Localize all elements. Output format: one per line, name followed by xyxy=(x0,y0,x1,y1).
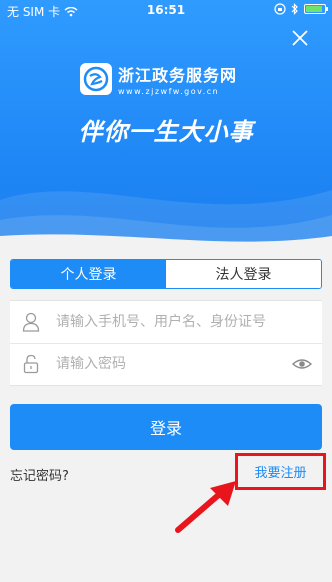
logo-icon xyxy=(80,63,112,95)
battery-icon xyxy=(304,4,328,14)
status-bar: 无 SIM 卡 16:51 xyxy=(0,0,332,20)
password-input[interactable] xyxy=(54,355,278,373)
user-icon xyxy=(20,311,42,333)
logo-title: 浙江政务服务网 xyxy=(118,66,238,85)
login-form xyxy=(10,300,322,386)
site-logo: 浙江政务服务网 www.zjzwfw.gov.cn xyxy=(80,62,237,96)
red-arrow-annotation xyxy=(175,481,236,533)
username-input[interactable] xyxy=(54,313,278,331)
login-button[interactable]: 登录 xyxy=(10,404,322,450)
lock-icon xyxy=(20,353,42,375)
login-type-tabs: 个人登录 法人登录 xyxy=(10,259,322,289)
eye-icon[interactable] xyxy=(292,355,312,373)
tab-corporate-login[interactable]: 法人登录 xyxy=(166,260,321,288)
username-row xyxy=(10,301,322,344)
bluetooth-icon xyxy=(291,3,298,15)
register-link[interactable]: 我要注册 xyxy=(254,462,306,481)
forgot-password-link[interactable]: 忘记密码? xyxy=(10,465,69,484)
logo-url: www.zjzwfw.gov.cn xyxy=(118,87,220,96)
tab-personal-login[interactable]: 个人登录 xyxy=(11,260,166,288)
close-icon[interactable] xyxy=(290,28,310,48)
slogan: 伴你一生大小事 xyxy=(78,117,254,146)
header-banner: 无 SIM 卡 16:51 浙江政务服务网 www.zjzwfw.gov.cn … xyxy=(0,0,332,244)
password-row xyxy=(10,343,322,385)
lock-rotation-icon xyxy=(274,3,286,15)
register-highlight-box: 我要注册 xyxy=(235,453,326,490)
